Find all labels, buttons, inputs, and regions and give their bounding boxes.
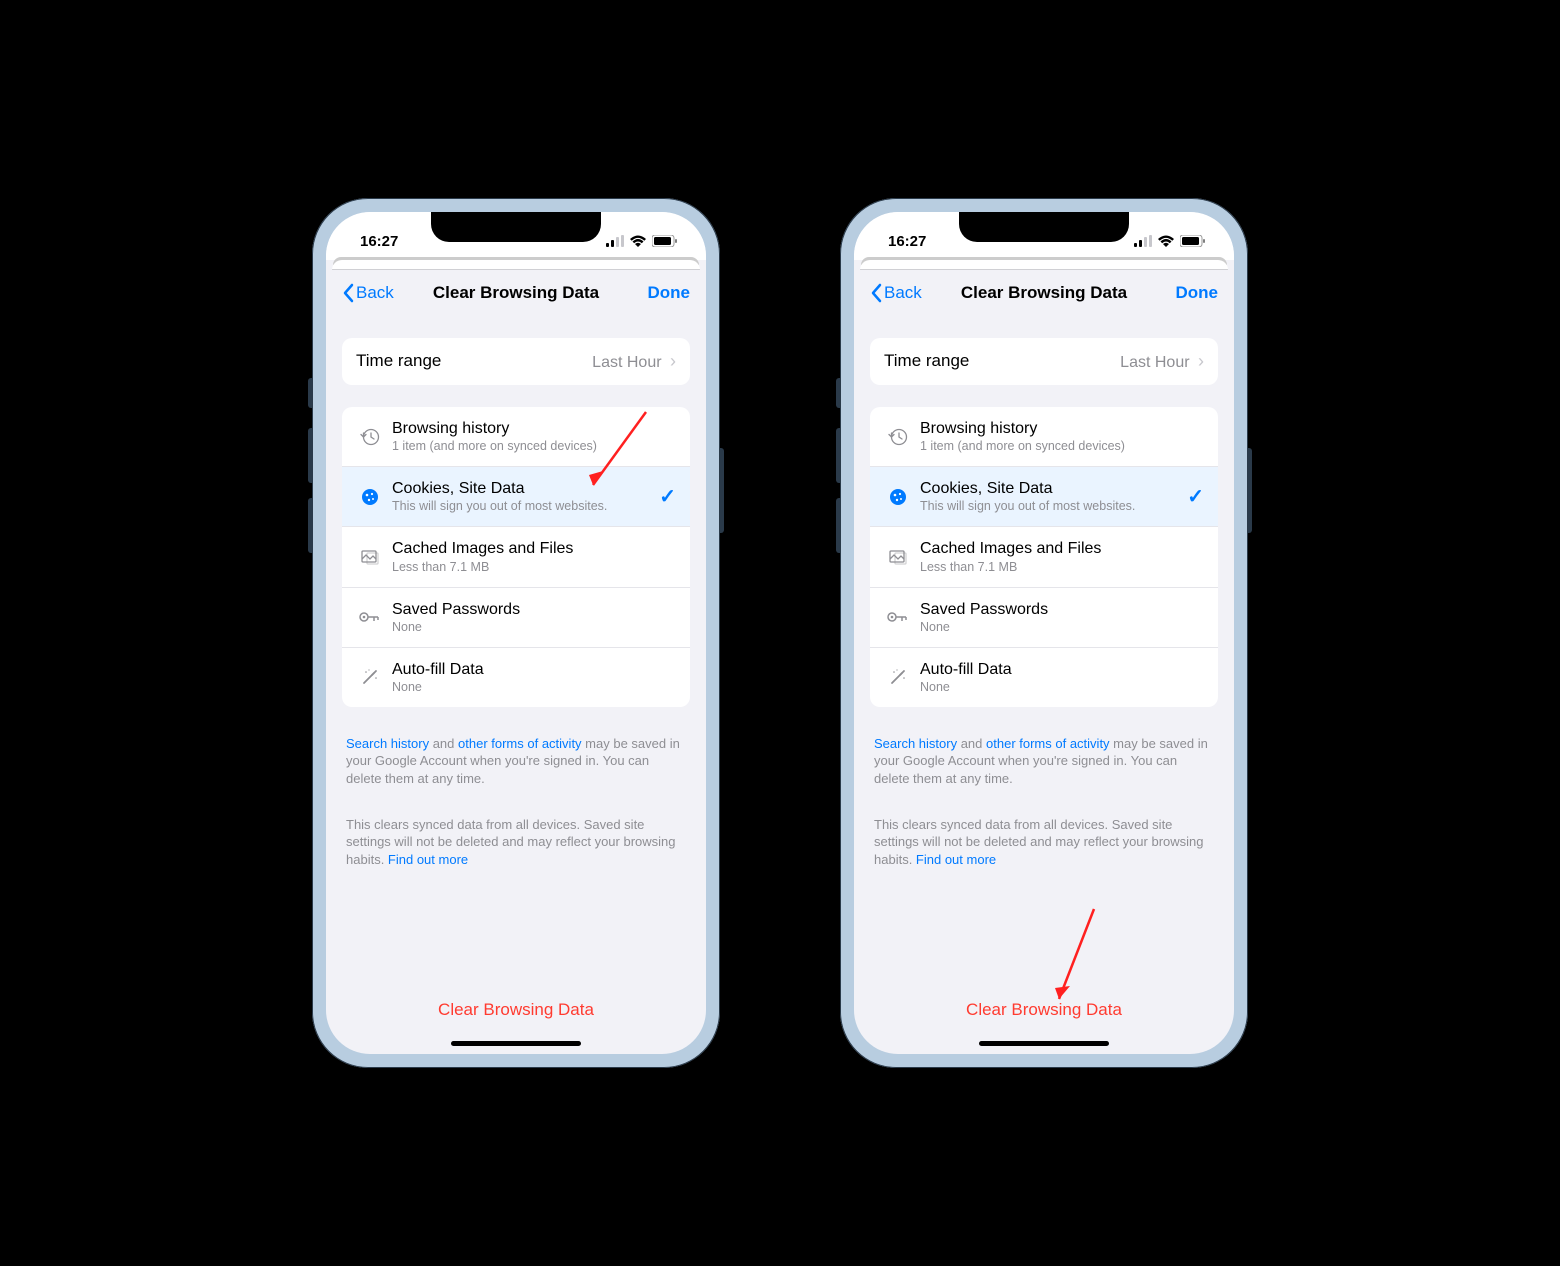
- notch: [959, 212, 1129, 242]
- row-subtitle: 1 item (and more on synced devices): [920, 439, 1204, 454]
- wand-icon: [884, 667, 912, 687]
- data-types-card: Browsing history 1 item (and more on syn…: [870, 407, 1218, 707]
- screen: 16:27 Back Clear Browsing Data Done Time…: [854, 212, 1234, 1054]
- other-activity-link[interactable]: other forms of activity: [986, 736, 1110, 751]
- row-title: Auto-fill Data: [392, 660, 676, 679]
- info-text-2: This clears synced data from all devices…: [342, 816, 690, 869]
- clear-browsing-data-button[interactable]: Clear Browsing Data: [326, 1000, 706, 1020]
- row-title: Cached Images and Files: [920, 539, 1204, 558]
- navigation-bar: Back Clear Browsing Data Done: [326, 270, 706, 316]
- find-out-more-link[interactable]: Find out more: [916, 852, 996, 867]
- chevron-right-icon: ›: [1198, 351, 1204, 371]
- row-browsing-history[interactable]: Browsing history 1 item (and more on syn…: [870, 407, 1218, 466]
- navigation-bar: Back Clear Browsing Data Done: [854, 270, 1234, 316]
- row-title: Cookies, Site Data: [920, 479, 1187, 498]
- row-subtitle: Less than 7.1 MB: [392, 560, 676, 575]
- row-cookies[interactable]: Cookies, Site Data This will sign you ou…: [342, 466, 690, 526]
- time-range-row[interactable]: Time range Last Hour ›: [870, 338, 1218, 385]
- row-browsing-history[interactable]: Browsing history 1 item (and more on syn…: [342, 407, 690, 466]
- status-time: 16:27: [888, 233, 926, 250]
- row-subtitle: This will sign you out of most websites.: [920, 499, 1187, 514]
- row-title: Saved Passwords: [920, 600, 1204, 619]
- clear-browsing-data-button[interactable]: Clear Browsing Data: [854, 1000, 1234, 1020]
- modal-stack-indicator: [332, 260, 700, 270]
- row-title: Auto-fill Data: [920, 660, 1204, 679]
- row-cookies[interactable]: Cookies, Site Data This will sign you ou…: [870, 466, 1218, 526]
- key-icon: [356, 611, 384, 623]
- row-cached-images[interactable]: Cached Images and Files Less than 7.1 MB: [870, 526, 1218, 586]
- row-subtitle: 1 item (and more on synced devices): [392, 439, 676, 454]
- battery-icon: [1180, 235, 1206, 247]
- time-range-value: Last Hour: [592, 354, 661, 371]
- row-title: Browsing history: [392, 419, 676, 438]
- cookie-icon: [356, 487, 384, 507]
- wifi-icon: [630, 235, 646, 247]
- home-indicator[interactable]: [451, 1041, 581, 1046]
- signal-icon: [606, 235, 624, 247]
- modal-stack-indicator: [860, 260, 1228, 270]
- time-range-card: Time range Last Hour ›: [342, 338, 690, 385]
- other-activity-link[interactable]: other forms of activity: [458, 736, 582, 751]
- row-title: Cached Images and Files: [392, 539, 676, 558]
- chevron-right-icon: ›: [670, 351, 676, 371]
- checkmark-icon: ✓: [659, 484, 676, 509]
- signal-icon: [1134, 235, 1152, 247]
- row-subtitle: None: [920, 680, 1204, 695]
- phone-mockup-1: 16:27 Back Clear Browsing Data Done Time…: [312, 198, 720, 1068]
- image-icon: [356, 547, 384, 567]
- screen: 16:27 Back Clear Browsing Data Done Time…: [326, 212, 706, 1054]
- key-icon: [884, 611, 912, 623]
- phone-mockup-2: 16:27 Back Clear Browsing Data Done Time…: [840, 198, 1248, 1068]
- battery-icon: [652, 235, 678, 247]
- time-range-label: Time range: [884, 351, 969, 371]
- time-range-card: Time range Last Hour ›: [870, 338, 1218, 385]
- row-title: Browsing history: [920, 419, 1204, 438]
- row-subtitle: None: [392, 620, 676, 635]
- row-cached-images[interactable]: Cached Images and Files Less than 7.1 MB: [342, 526, 690, 586]
- row-passwords[interactable]: Saved Passwords None: [870, 587, 1218, 647]
- row-title: Cookies, Site Data: [392, 479, 659, 498]
- search-history-link[interactable]: Search history: [346, 736, 429, 751]
- home-indicator[interactable]: [979, 1041, 1109, 1046]
- find-out-more-link[interactable]: Find out more: [388, 852, 468, 867]
- cookie-icon: [884, 487, 912, 507]
- done-button[interactable]: Done: [648, 283, 691, 303]
- history-icon: [356, 427, 384, 447]
- row-passwords[interactable]: Saved Passwords None: [342, 587, 690, 647]
- done-button[interactable]: Done: [1176, 283, 1219, 303]
- wand-icon: [356, 667, 384, 687]
- checkmark-icon: ✓: [1187, 484, 1204, 509]
- row-autofill[interactable]: Auto-fill Data None: [342, 647, 690, 707]
- info-text-1: Search history and other forms of activi…: [870, 735, 1218, 788]
- time-range-row[interactable]: Time range Last Hour ›: [342, 338, 690, 385]
- status-time: 16:27: [360, 233, 398, 250]
- row-title: Saved Passwords: [392, 600, 676, 619]
- wifi-icon: [1158, 235, 1174, 247]
- data-types-card: Browsing history 1 item (and more on syn…: [342, 407, 690, 707]
- time-range-value: Last Hour: [1120, 354, 1189, 371]
- row-subtitle: None: [920, 620, 1204, 635]
- time-range-label: Time range: [356, 351, 441, 371]
- info-text-1: Search history and other forms of activi…: [342, 735, 690, 788]
- row-subtitle: This will sign you out of most websites.: [392, 499, 659, 514]
- info-text-2: This clears synced data from all devices…: [870, 816, 1218, 869]
- history-icon: [884, 427, 912, 447]
- search-history-link[interactable]: Search history: [874, 736, 957, 751]
- row-autofill[interactable]: Auto-fill Data None: [870, 647, 1218, 707]
- annotation-arrow-icon: [1044, 904, 1104, 1014]
- notch: [431, 212, 601, 242]
- row-subtitle: None: [392, 680, 676, 695]
- row-subtitle: Less than 7.1 MB: [920, 560, 1204, 575]
- image-icon: [884, 547, 912, 567]
